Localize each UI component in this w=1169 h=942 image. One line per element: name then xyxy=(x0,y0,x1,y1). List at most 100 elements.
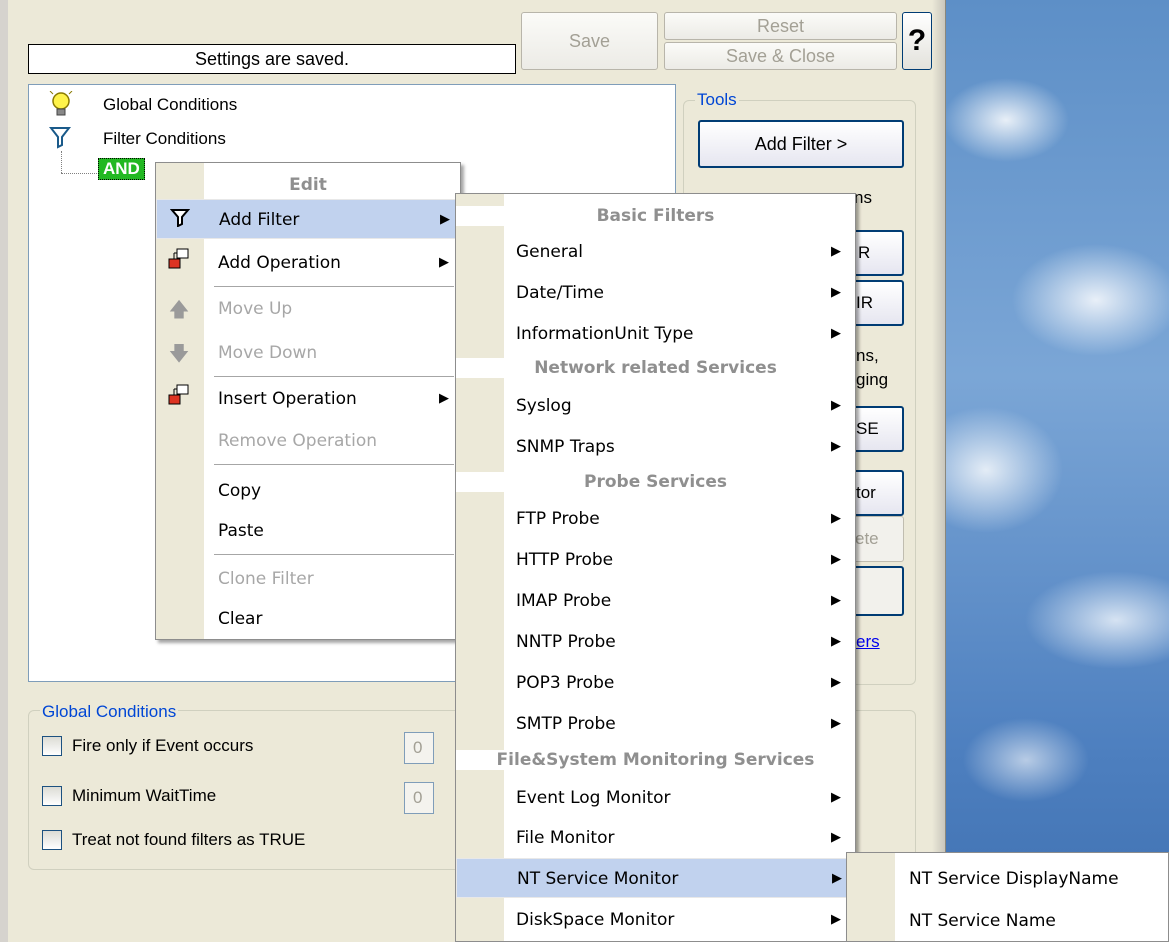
submenu-arrow-icon: ▶ xyxy=(831,716,841,731)
menu-item-label: SNMP Traps xyxy=(516,437,615,457)
add-filter-submenu: Basic Filters General ▶ Date/Time ▶ Inform… xyxy=(455,193,856,942)
menu-item-imap-probe[interactable]: IMAP Probe ▶ xyxy=(456,581,855,621)
menu-item-syslog[interactable]: Syslog ▶ xyxy=(456,386,855,426)
menu-item-label: HTTP Probe xyxy=(516,550,614,570)
menu-separator xyxy=(214,464,454,465)
menu-item-clear[interactable]: Clear xyxy=(156,599,460,639)
menu-item-label: Clear xyxy=(218,609,263,629)
menu-item-datetime[interactable]: Date/Time ▶ xyxy=(456,273,855,313)
menu-item-nt-service-displayname[interactable]: NT Service DisplayName xyxy=(847,859,1168,899)
fire-only-checkbox[interactable] xyxy=(42,736,62,756)
funnel-icon xyxy=(165,200,195,240)
menu-item-label: NT Service DisplayName xyxy=(909,869,1119,889)
menu-item-label: Remove Operation xyxy=(218,431,377,451)
menu-item-smtp-probe[interactable]: SMTP Probe ▶ xyxy=(456,704,855,744)
submenu-arrow-icon: ▶ xyxy=(439,255,449,270)
menu-item-label: Date/Time xyxy=(516,283,604,303)
delete-button-label: ete xyxy=(855,529,879,548)
menu-item-label: Syslog xyxy=(516,396,572,416)
tree-node-filter-conditions[interactable]: Filter Conditions xyxy=(103,129,226,149)
menu-item-file-monitor[interactable]: File Monitor ▶ xyxy=(456,818,855,858)
menu-item-label: POP3 Probe xyxy=(516,673,615,693)
treat-not-found-checkbox[interactable] xyxy=(42,830,62,850)
fire-only-input[interactable]: 0 xyxy=(404,732,434,764)
menu-item-label: Insert Operation xyxy=(218,389,357,409)
menu-item-diskspace-monitor[interactable]: DiskSpace Monitor ▶ xyxy=(456,900,855,940)
treat-not-found-label: Treat not found filters as TRUE xyxy=(72,830,306,849)
menu-item-nntp-probe[interactable]: NNTP Probe ▶ xyxy=(456,622,855,662)
menu-item-copy[interactable]: Copy xyxy=(156,471,460,511)
menu-item-move-up[interactable]: 🡅 Move Up xyxy=(156,289,460,329)
edit-menu-header: Edit xyxy=(289,175,327,195)
tree-connector xyxy=(61,173,97,174)
menu-item-remove-operation[interactable]: Remove Operation xyxy=(156,421,460,461)
menu-item-http-probe[interactable]: HTTP Probe ▶ xyxy=(456,540,855,580)
menu-item-label: Move Up xyxy=(218,299,293,319)
lightbulb-icon xyxy=(49,90,73,125)
menu-item-nt-service-name[interactable]: NT Service Name xyxy=(847,901,1168,941)
menu-item-paste[interactable]: Paste xyxy=(156,511,460,551)
submenu-arrow-icon: ▶ xyxy=(831,912,841,927)
funnel-icon xyxy=(48,125,72,155)
menu-item-move-down[interactable]: 🡇 Move Down xyxy=(156,333,460,373)
menu-item-add-filter[interactable]: Add Filter ▶ xyxy=(156,199,460,239)
operator-button-label: tor xyxy=(856,483,876,502)
save-button[interactable]: Save xyxy=(521,12,658,70)
tree-node-and[interactable]: AND xyxy=(98,158,145,180)
submenu-arrow-icon: ▶ xyxy=(831,593,841,608)
tools-hint-line2: ging xyxy=(856,370,889,389)
tools-hint-line1: ns, xyxy=(856,346,879,365)
submenu-arrow-icon: ▶ xyxy=(831,326,841,341)
reset-button[interactable]: Reset xyxy=(664,12,897,40)
arrow-down-icon: 🡇 xyxy=(168,341,190,365)
operation-icon xyxy=(164,379,194,419)
menu-item-ftp-probe[interactable]: FTP Probe ▶ xyxy=(456,499,855,539)
menu-item-general[interactable]: General ▶ xyxy=(456,232,855,272)
min-waittime-label: Minimum WaitTime xyxy=(72,786,217,805)
menu-item-event-log-monitor[interactable]: Event Log Monitor ▶ xyxy=(456,778,855,818)
menu-item-snmp-traps[interactable]: SNMP Traps ▶ xyxy=(456,427,855,467)
submenu-arrow-icon: ▶ xyxy=(439,391,449,406)
menu-item-insert-operation[interactable]: Insert Operation ▶ xyxy=(156,379,460,419)
submenu-arrow-icon: ▶ xyxy=(832,871,842,886)
or-button-label: IR xyxy=(856,293,873,312)
min-waittime-checkbox[interactable] xyxy=(42,786,62,806)
menu-item-pop3-probe[interactable]: POP3 Probe ▶ xyxy=(456,663,855,703)
tools-group-title: Tools xyxy=(695,90,739,110)
menu-item-label: File Monitor xyxy=(516,828,615,848)
save-close-button[interactable]: Save & Close xyxy=(664,42,897,70)
submenu-arrow-icon: ▶ xyxy=(831,398,841,413)
submenu-arrow-icon: ▶ xyxy=(831,830,841,845)
tree-node-global-conditions[interactable]: Global Conditions xyxy=(103,95,237,115)
menu-item-label: NNTP Probe xyxy=(516,632,616,652)
menu-item-label: Copy xyxy=(218,481,262,501)
menu-item-label: General xyxy=(516,242,583,262)
and-button-label: R xyxy=(858,243,871,262)
splitter[interactable] xyxy=(932,0,946,942)
menu-item-nt-service-monitor[interactable]: NT Service Monitor ▶ xyxy=(456,858,855,898)
add-filter-button[interactable]: Add Filter > xyxy=(698,120,904,168)
false-button-label: SE xyxy=(856,419,879,438)
submenu-arrow-icon: ▶ xyxy=(831,439,841,454)
submenu-arrow-icon: ▶ xyxy=(831,285,841,300)
submenu-arrow-icon: ▶ xyxy=(831,675,841,690)
desktop-background xyxy=(946,0,1169,942)
menu-item-informationunit-type[interactable]: InformationUnit Type ▶ xyxy=(456,314,855,354)
menu-item-add-operation[interactable]: Add Operation ▶ xyxy=(156,243,460,283)
submenu-arrow-icon: ▶ xyxy=(831,552,841,567)
menu-item-label: InformationUnit Type xyxy=(516,324,694,344)
menu-item-label: Event Log Monitor xyxy=(516,788,671,808)
menu-item-label: SMTP Probe xyxy=(516,714,616,734)
menu-separator xyxy=(214,554,454,555)
global-conditions-title: Global Conditions xyxy=(40,702,179,722)
menu-item-label: Move Down xyxy=(218,343,318,363)
min-waittime-input[interactable]: 0 xyxy=(404,782,434,814)
nt-service-submenu: NT Service DisplayName NT Service Name xyxy=(846,852,1169,942)
submenu-arrow-icon: ▶ xyxy=(831,634,841,649)
status-bar: Settings are saved. xyxy=(28,44,516,74)
filters-link[interactable]: ers xyxy=(856,632,880,652)
menu-item-label: Add Filter xyxy=(219,210,300,230)
basic-filters-header: Basic Filters xyxy=(456,206,855,226)
menu-item-clone-filter[interactable]: Clone Filter xyxy=(156,559,460,599)
help-button[interactable]: ? xyxy=(902,12,932,70)
